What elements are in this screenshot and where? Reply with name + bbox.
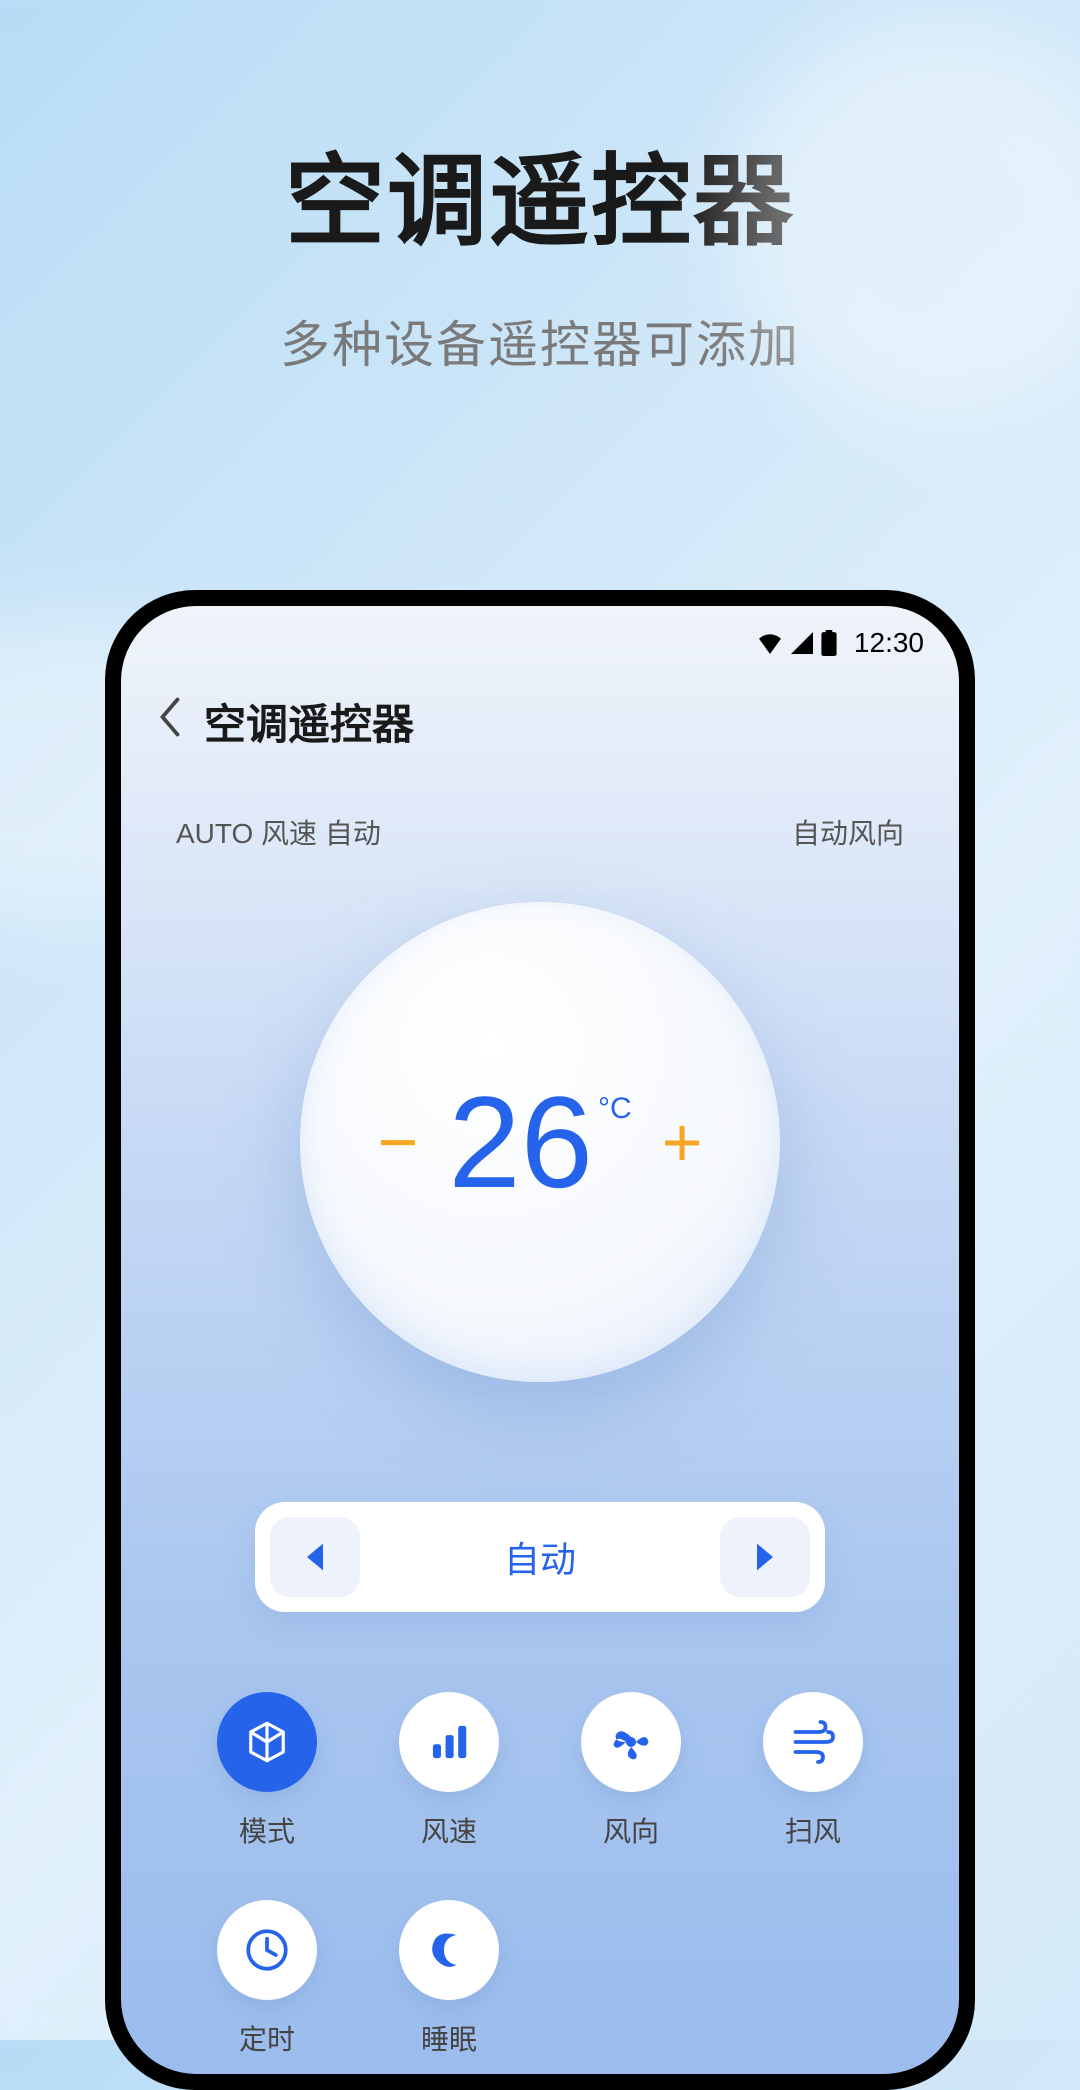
mode-label-text: 模式 — [239, 1810, 295, 1850]
temperature-unit: °C — [598, 1092, 632, 1126]
temp-value-wrap: 26 °C — [448, 1077, 631, 1207]
app-header: 空调遥控器 — [121, 661, 959, 782]
clock-icon — [242, 1925, 292, 1975]
control-mode: 模式 — [191, 1692, 343, 1850]
timer-label: 定时 — [239, 2018, 295, 2058]
status-bar: 12:30 — [121, 606, 959, 661]
mode-label: 自动 — [360, 1531, 720, 1583]
fan-status-right: 自动风向 — [792, 812, 904, 852]
fan-direction-button[interactable] — [581, 1692, 681, 1792]
wifi-icon — [756, 632, 784, 654]
signal-icon — [790, 632, 814, 654]
temp-decrease-button[interactable]: − — [377, 1102, 418, 1182]
control-timer: 定时 — [191, 1900, 343, 2058]
control-swing: 扫风 — [737, 1692, 889, 1850]
swing-label: 扫风 — [785, 1810, 841, 1850]
temperature-dial: − 26 °C + — [300, 902, 780, 1382]
back-button[interactable] — [156, 697, 184, 747]
bars-icon — [426, 1719, 472, 1765]
mode-selector: 自动 — [255, 1502, 825, 1612]
cube-icon — [242, 1717, 292, 1767]
timer-button[interactable] — [217, 1900, 317, 2000]
sleep-button[interactable] — [399, 1900, 499, 2000]
mode-prev-button[interactable] — [270, 1517, 360, 1597]
fan-direction-label: 风向 — [603, 1810, 659, 1850]
triangle-left-icon — [301, 1541, 329, 1573]
temp-increase-button[interactable]: + — [662, 1102, 703, 1182]
mode-next-button[interactable] — [720, 1517, 810, 1597]
mode-button[interactable] — [217, 1692, 317, 1792]
fan-icon — [606, 1717, 656, 1767]
control-fan-speed: 风速 — [373, 1692, 525, 1850]
wind-icon — [788, 1717, 838, 1767]
page-title: 空调遥控器 — [204, 691, 414, 752]
status-time: 12:30 — [854, 627, 924, 659]
swing-button[interactable] — [763, 1692, 863, 1792]
sleep-label: 睡眠 — [421, 2018, 477, 2058]
fan-speed-label: 风速 — [421, 1810, 477, 1850]
triangle-right-icon — [751, 1541, 779, 1573]
control-sleep: 睡眠 — [373, 1900, 525, 2058]
control-fan-direction: 风向 — [555, 1692, 707, 1850]
status-icons: 12:30 — [756, 627, 924, 659]
phone-frame: 12:30 空调遥控器 AUTO 风速 自动 自动风向 − 26 °C + — [105, 590, 975, 2090]
status-row: AUTO 风速 自动 自动风向 — [121, 782, 959, 852]
moon-icon — [424, 1925, 474, 1975]
temperature-value: 26 — [448, 1077, 593, 1207]
battery-icon — [820, 630, 838, 656]
controls-grid: 模式 风速 风向 — [121, 1612, 959, 2058]
fan-status-left: AUTO 风速 自动 — [176, 812, 381, 852]
phone-screen: 12:30 空调遥控器 AUTO 风速 自动 自动风向 − 26 °C + — [121, 606, 959, 2074]
fan-speed-button[interactable] — [399, 1692, 499, 1792]
